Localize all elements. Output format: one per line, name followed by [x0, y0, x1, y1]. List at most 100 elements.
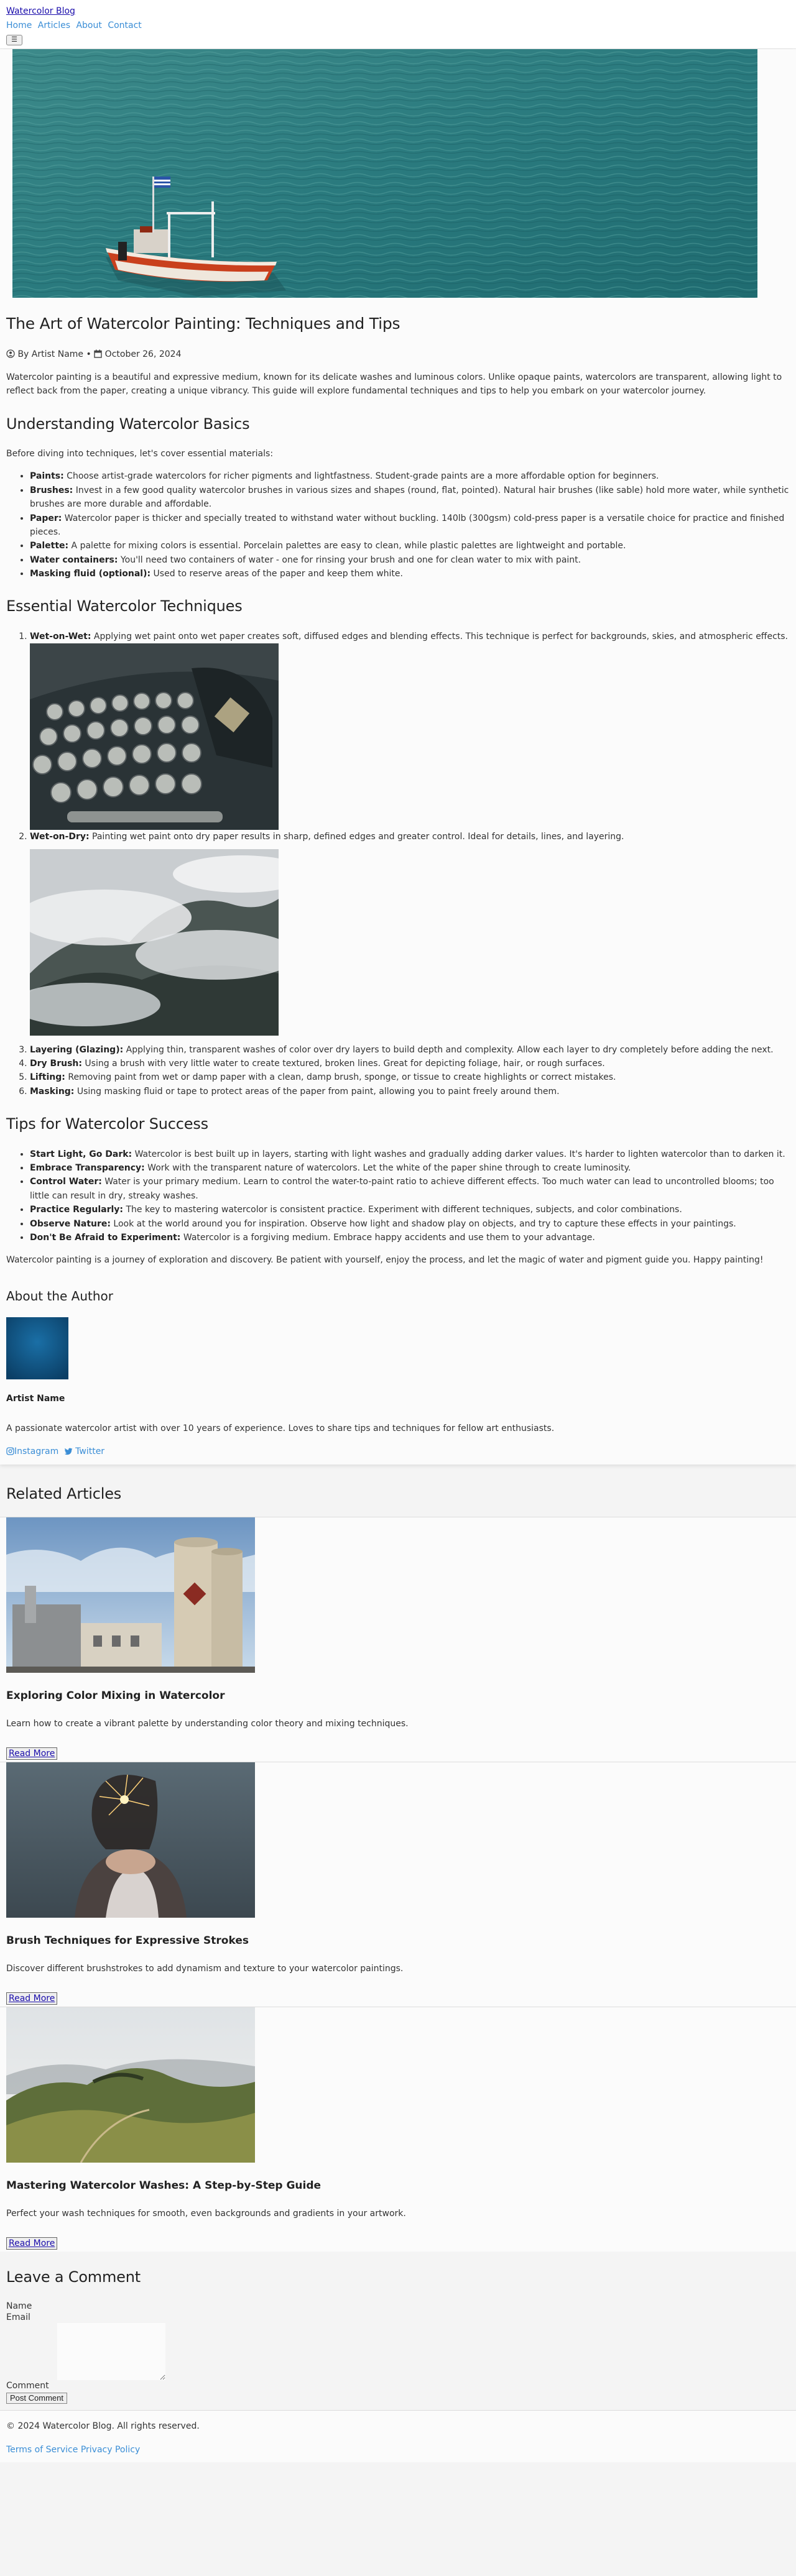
article-date: October 26, 2024 [104, 349, 182, 360]
copyright-text: © 2024 Watercolor Blog. All rights reser… [6, 2421, 200, 2431]
term: Layering (Glazing): [30, 1044, 124, 1055]
hero-image-boat [12, 49, 757, 298]
description: Painting wet paint onto dry paper result… [89, 832, 624, 842]
description: The key to mastering watercolor is consi… [123, 1205, 682, 1215]
related-title: Brush Techniques for Expressive Strokes [6, 1934, 249, 1948]
author-name: Artist Name [6, 1393, 65, 1404]
read-more-button[interactable]: Read More [6, 1747, 58, 1760]
term: Embrace Transparency: [30, 1162, 145, 1173]
list-item: Paper: Watercolor paper is thicker and s… [30, 512, 790, 540]
related-excerpt: Discover different brushstrokes to add d… [6, 1964, 404, 1974]
list-item: Lifting: Removing paint from wet or damp… [30, 1070, 790, 1084]
email-label: Email [6, 2312, 30, 2322]
description: You'll need two containers of water - on… [118, 554, 581, 565]
twitter-label: Twitter [75, 1446, 105, 1456]
description: Removing paint from wet or damp paper wi… [65, 1072, 616, 1083]
term: Wet-on-Wet: [30, 631, 91, 642]
description: Watercolor paper is thicker and speciall… [30, 513, 785, 537]
site-header: Watercolor Blog Home Articles About Cont… [0, 0, 796, 50]
description: Choose artist-grade watercolors for rich… [63, 471, 659, 482]
list-item: Start Light, Go Dark: Watercolor is best… [30, 1148, 790, 1161]
description: Water is your primary medium. Learn to c… [30, 1177, 774, 1201]
menu-toggle-button[interactable]: ☰ [6, 34, 22, 45]
article-author: By Artist Name [17, 349, 84, 360]
description: Watercolor is best built up in layers, s… [132, 1149, 785, 1159]
calendar-icon [94, 349, 102, 359]
author-bio: A passionate watercolor artist with over… [6, 1424, 555, 1434]
comment-heading: Leave a Comment [6, 2268, 141, 2286]
list-item: Don't Be Afraid to Experiment: Watercolo… [30, 1231, 790, 1244]
description: A palette for mixing colors is essential… [68, 541, 626, 551]
related-title: Mastering Watercolor Washes: A Step-by-S… [6, 2179, 322, 2192]
related-card-color-mixing: Exploring Color Mixing in Watercolor Lea… [0, 1517, 796, 1762]
list-item: Dry Brush: Using a brush with very littl… [30, 1057, 790, 1070]
list-item: Practice Regularly: The key to mastering… [30, 1203, 790, 1217]
term: Practice Regularly: [30, 1205, 124, 1215]
term: Paper: [30, 513, 62, 523]
terms-link[interactable]: Terms of Service [6, 2445, 78, 2455]
description: Applying thin, transparent washes of col… [123, 1044, 774, 1055]
related-card-washes: Mastering Watercolor Washes: A Step-by-S… [0, 2007, 796, 2252]
list-item: Brushes: Invest in a few good quality wa… [30, 484, 790, 512]
list-item: Observe Nature: Look at the world around… [30, 1217, 790, 1231]
description: Watercolor is a forgiving medium. Embrac… [180, 1232, 595, 1243]
description: Using a brush with very little water to … [81, 1059, 605, 1069]
list-item: Paints: Choose artist-grade watercolors … [30, 469, 790, 483]
comment-label: Comment [6, 2380, 49, 2391]
term: Control Water: [30, 1177, 102, 1187]
hills-image [6, 2007, 255, 2163]
twitter-icon [64, 1448, 73, 1455]
list-item: Water containers: You'll need two contai… [30, 553, 790, 567]
techniques-list: Wet-on-Wet: Applying wet paint onto wet … [6, 630, 790, 1098]
related-excerpt: Perfect your wash techniques for smooth,… [6, 2209, 406, 2219]
tips-list: Start Light, Go Dark: Watercolor is best… [6, 1148, 790, 1245]
site-footer: © 2024 Watercolor Blog. All rights reser… [0, 2409, 796, 2462]
article-title: The Art of Watercolor Painting: Techniqu… [6, 315, 400, 333]
nav-articles[interactable]: Articles [38, 21, 70, 30]
related-card-brush-techniques: Brush Techniques for Expressive Strokes … [0, 1762, 796, 2007]
description: Used to reserve areas of the paper and k… [150, 569, 403, 579]
footer-links: Terms of Service Privacy Policy [6, 2443, 790, 2457]
term: Brushes: [30, 485, 73, 495]
read-more-button[interactable]: Read More [6, 2237, 58, 2250]
comment-textarea[interactable] [57, 2322, 165, 2380]
name-label: Name [6, 2301, 32, 2311]
instagram-icon [6, 1447, 14, 1455]
misty-mountain-image [30, 849, 279, 1036]
nav-home[interactable]: Home [6, 21, 32, 30]
term: Masking: [30, 1086, 75, 1097]
list-item: Masking fluid (optional): Used to reserv… [30, 567, 790, 581]
term: Water containers: [30, 554, 118, 565]
sparkler-image [6, 1762, 255, 1918]
description: Using masking fluid or tape to protect a… [74, 1086, 560, 1097]
term: Start Light, Go Dark: [30, 1149, 132, 1159]
privacy-link[interactable]: Privacy Policy [81, 2445, 140, 2455]
nav-contact[interactable]: Contact [108, 21, 141, 30]
read-more-button[interactable]: Read More [6, 1992, 58, 2005]
related-title: Exploring Color Mixing in Watercolor [6, 1690, 225, 1703]
instagram-label: Instagram [14, 1446, 59, 1456]
term: Palette: [30, 541, 69, 551]
instagram-link[interactable]: Instagram [6, 1447, 58, 1456]
twitter-link[interactable]: Twitter [64, 1447, 104, 1456]
list-item: Palette: A palette for mixing colors is … [30, 539, 790, 553]
list-item: Masking: Using masking fluid or tape to … [30, 1085, 790, 1098]
site-brand-link[interactable]: Watercolor Blog [6, 4, 75, 19]
list-item: Embrace Transparency: Work with the tran… [30, 1161, 790, 1175]
post-comment-button[interactable]: Post Comment [6, 2392, 67, 2404]
description: Work with the transparent nature of wate… [144, 1162, 631, 1173]
author-social-links: Instagram Twitter [6, 1445, 790, 1458]
article-meta: By Artist Name • October 26, 2024 [6, 347, 790, 361]
article-intro: Watercolor painting is a beautiful and e… [6, 372, 782, 397]
nav-about[interactable]: About [76, 21, 101, 30]
main-nav: Home Articles About Contact [6, 19, 790, 32]
author-heading: About the Author [6, 1288, 114, 1304]
basics-heading: Understanding Watercolor Basics [6, 415, 250, 433]
article-container: The Art of Watercolor Painting: Techniqu… [0, 49, 796, 1465]
term: Paints: [30, 471, 64, 482]
term: Lifting: [30, 1072, 65, 1083]
description: Invest in a few good quality watercolor … [30, 485, 789, 510]
hamburger-icon: ☰ [11, 36, 17, 44]
list-item: Layering (Glazing): Applying thin, trans… [30, 1043, 790, 1057]
list-item: Wet-on-Dry: Painting wet paint onto dry … [30, 830, 790, 1036]
